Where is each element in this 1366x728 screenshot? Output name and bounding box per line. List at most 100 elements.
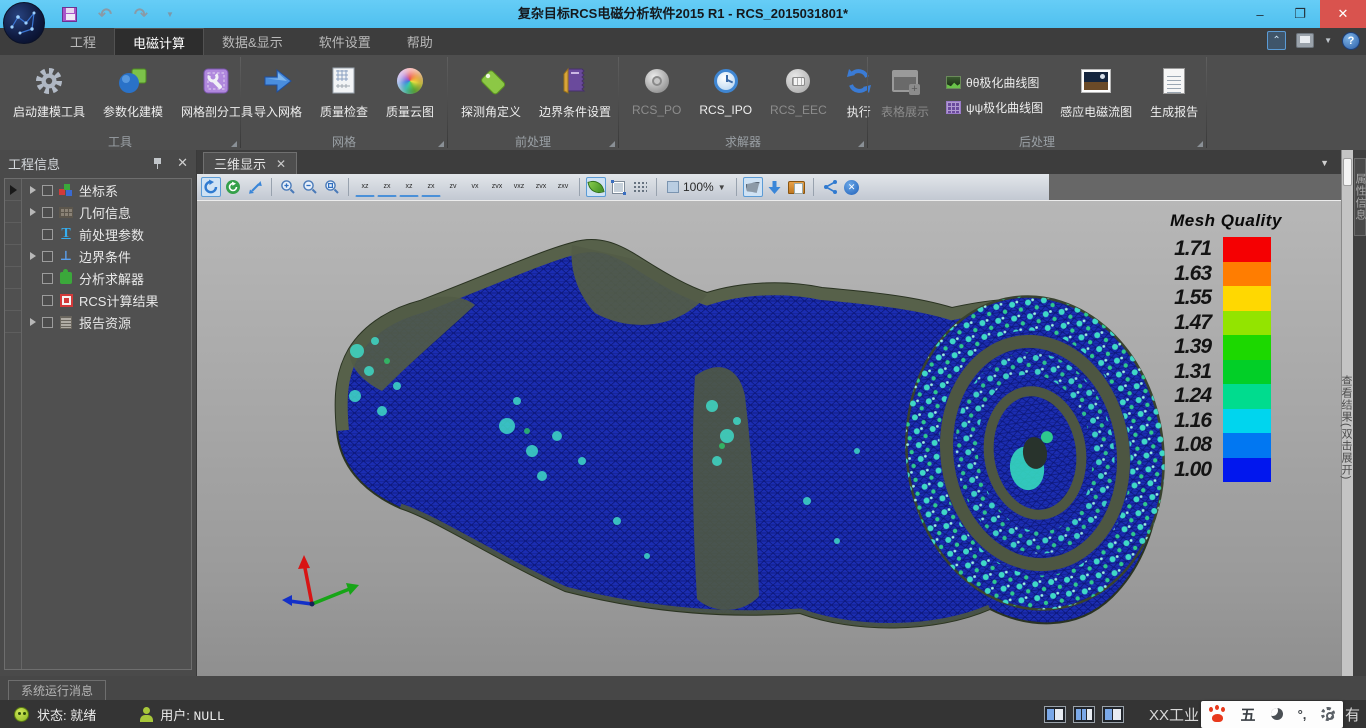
collapse-ribbon-button[interactable]: ⌃ [1267,31,1286,50]
capture-image-button[interactable] [787,177,807,197]
wireframe-mode-button[interactable] [608,177,628,197]
drop-down-view-button[interactable] [765,177,785,197]
solver-rcs-ipo-button[interactable]: RCS_IPO [690,57,761,133]
tab-list-dropdown-icon[interactable]: ▼ [1320,158,1329,168]
ime-punctuation-button[interactable]: °, [1298,707,1307,722]
splitter-button[interactable] [1343,158,1352,186]
cancel-button[interactable]: ✕ [842,177,862,197]
dialog-launcher-icon[interactable] [858,141,864,147]
zoom-fit-button[interactable] [322,177,342,197]
dialog-launcher-icon[interactable] [438,141,444,147]
close-button[interactable]: ✕ [1320,0,1366,28]
status-ready-icon [14,707,29,722]
dialog-launcher-icon[interactable] [231,141,237,147]
user-label: 用户: [160,708,190,723]
view-back-button[interactable]: zx [377,177,397,197]
view-iso-2-button[interactable]: vxz [509,177,529,197]
quality-contour-button[interactable]: 质量云图 [377,57,443,133]
checkbox[interactable] [42,207,53,218]
app-logo[interactable] [3,2,45,44]
expander-icon[interactable] [26,252,40,260]
legend-swatch [1223,311,1271,336]
view-iso-3-button[interactable]: zvx [531,177,551,197]
window-controls: – ❐ ✕ [1240,0,1366,28]
generate-report-button[interactable]: 生成报告 [1141,57,1207,133]
rotate-view-button[interactable] [201,177,221,197]
tree-item-analysis-solver[interactable]: 分析求解器 [22,267,191,289]
tab-data-display[interactable]: 数据&显示 [204,28,301,55]
zoom-level-select[interactable]: 100% ▼ [663,177,730,197]
restore-button[interactable]: ❐ [1280,0,1320,28]
tree-item-rcs-results[interactable]: RCS计算结果 [22,289,191,311]
chevron-down-icon: ▼ [718,183,726,192]
result-splitter-strip[interactable]: 查看结果(双击展开) [1341,150,1353,676]
viewport-3d[interactable]: Mesh Quality 1.71 1.63 1.55 1.47 1.39 1.… [197,200,1341,676]
points-mode-button[interactable] [630,177,650,197]
view-iso-1-button[interactable]: zvx [487,177,507,197]
view-left-button[interactable]: zv [443,177,463,197]
ime-moon-icon[interactable] [1271,708,1283,720]
layout-split-icon[interactable] [1073,706,1095,723]
pan-zoom-button[interactable] [245,177,265,197]
dialog-launcher-icon[interactable] [609,141,615,147]
refresh-view-button[interactable] [223,177,243,197]
shaded-mode-button[interactable] [586,177,606,197]
tree-item-report-resources[interactable]: 报告资源 [22,311,191,333]
legend-swatch [1223,360,1271,385]
induced-current-map-button[interactable]: 感应电磁流图 [1051,57,1141,133]
tab-em-compute[interactable]: 电磁计算 [114,28,204,55]
view-iso-4-button[interactable]: zxv [553,177,573,197]
boundary-condition-button[interactable]: 边界条件设置 [530,57,620,133]
ime-logo-paw-icon[interactable] [1209,707,1226,722]
dialog-launcher-icon[interactable] [1197,141,1203,147]
quality-check-button[interactable]: 质量检查 [311,57,377,133]
camera-view-button[interactable] [743,177,763,197]
layout-right-icon[interactable] [1102,706,1124,723]
tab-close-icon[interactable]: ✕ [276,157,286,171]
view-right-button[interactable]: vx [465,177,485,197]
help-button[interactable]: ? [1342,32,1360,50]
minimize-button[interactable]: – [1240,0,1280,28]
checkbox[interactable] [42,295,53,306]
view-top-button[interactable]: xz [399,177,419,197]
view-front-button[interactable]: xz [355,177,375,197]
theta-polarization-curve-button[interactable]: θθ极化曲线图 [946,74,1043,91]
checkbox[interactable] [42,317,53,328]
tree-item-geometry-info[interactable]: 几何信息 [22,201,191,223]
expander-icon[interactable] [26,186,40,194]
ime-toolbar[interactable]: 五 °, [1201,701,1343,728]
rotate-icon [203,179,219,195]
checkbox[interactable] [42,251,53,262]
tab-software-settings[interactable]: 软件设置 [301,28,389,55]
view-bottom-button[interactable]: zx [421,177,441,197]
detect-angle-button[interactable]: 探测角定义 [452,57,530,133]
system-message-tab[interactable]: 系统运行消息 [8,680,106,700]
psi-polarization-curve-button[interactable]: ψψ极化曲线图 [946,99,1043,116]
launch-modeling-tool-button[interactable]: 启动建模工具 [4,57,94,133]
import-mesh-button[interactable]: 导入网格 [245,57,311,133]
layout-left-icon[interactable] [1044,706,1066,723]
tab-help[interactable]: 帮助 [389,28,451,55]
pin-icon[interactable] [153,157,163,169]
checkbox[interactable] [42,229,53,240]
ime-mode-button[interactable]: 五 [1241,704,1256,725]
display-device-icon[interactable] [1296,33,1314,48]
panel-close-icon[interactable]: ✕ [177,155,188,171]
user-value: NULL [194,709,225,724]
zoom-in-button[interactable] [278,177,298,197]
vector-link-button[interactable] [820,177,840,197]
tab-3d-display[interactable]: 三维显示 ✕ [203,152,297,174]
checkbox[interactable] [42,185,53,196]
expander-icon[interactable] [26,318,40,326]
tree-item-preprocess-params[interactable]: T 前处理参数 [22,223,191,245]
property-info-tab[interactable]: 属性信息 [1354,158,1366,236]
tree-item-coordinate-system[interactable]: 坐标系 [22,179,191,201]
tree-item-boundary-condition[interactable]: ⊥ 边界条件 [22,245,191,267]
checkbox[interactable] [42,273,53,284]
ime-settings-gear-icon[interactable] [1321,707,1335,721]
expander-icon[interactable] [26,208,40,216]
tab-project[interactable]: 工程 [52,28,114,55]
zoom-out-button[interactable] [300,177,320,197]
display-dropdown-icon[interactable]: ▼ [1324,36,1332,45]
parametric-modeling-button[interactable]: 参数化建模 [94,57,172,133]
